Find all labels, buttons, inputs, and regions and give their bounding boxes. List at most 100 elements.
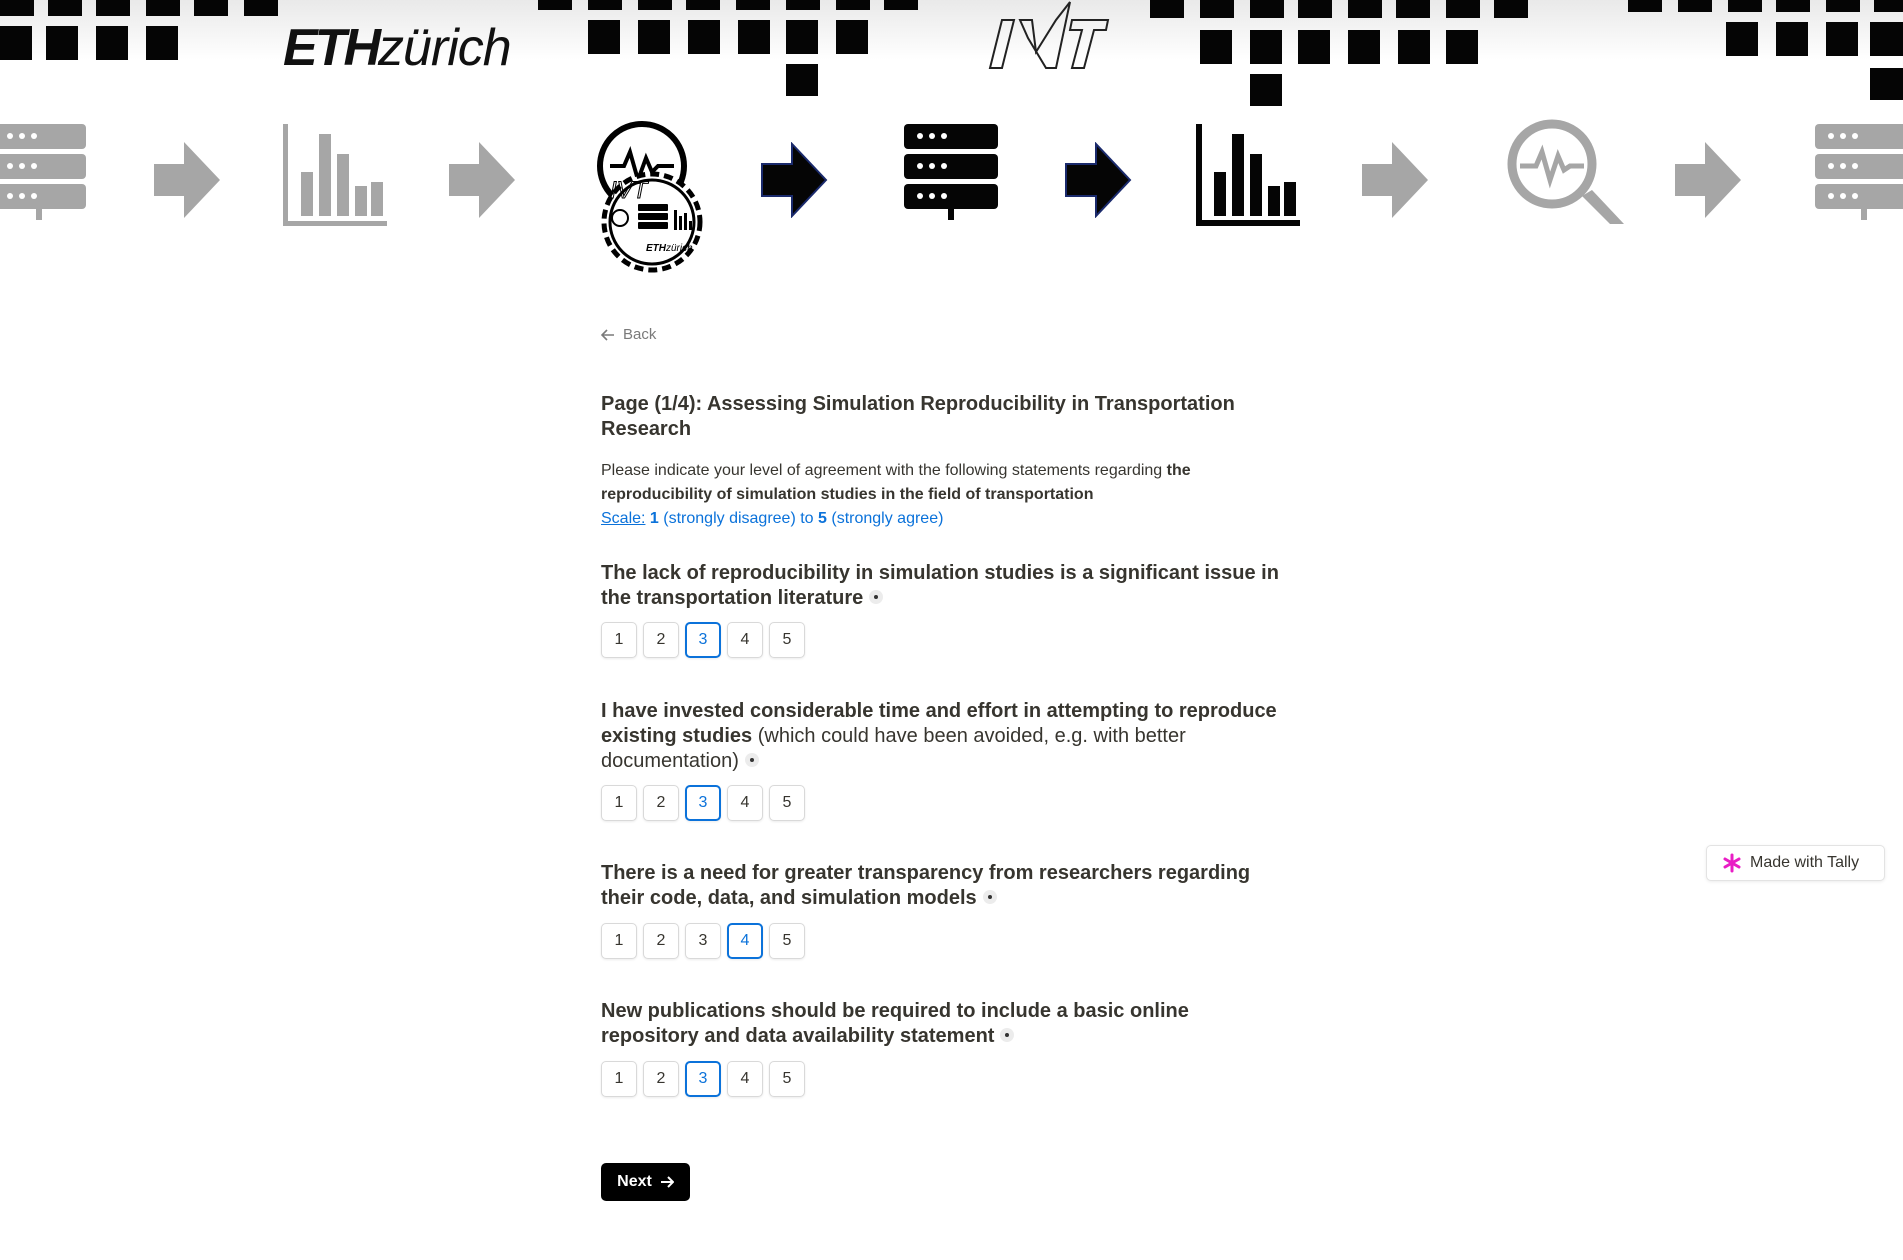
analysis-magnifier-icon: [1507, 119, 1624, 224]
rating-option[interactable]: 3: [685, 622, 721, 658]
banner-square: [836, 20, 868, 54]
required-indicator-icon: [869, 589, 884, 604]
question-2-label: I have invested considerable time and ef…: [601, 699, 1291, 774]
banner-square: [1494, 0, 1528, 18]
rating-option[interactable]: 2: [643, 923, 679, 959]
banner-square: [194, 0, 228, 16]
rating-option[interactable]: 3: [685, 923, 721, 959]
banner-square: [1348, 0, 1382, 18]
rating-option[interactable]: 4: [727, 785, 763, 821]
banner-square: [0, 0, 34, 16]
next-button-label: Next: [617, 1173, 652, 1190]
eth-zurich-logo: ETHzürich: [283, 19, 512, 77]
rating-option[interactable]: 5: [769, 622, 805, 658]
banner-square: [1874, 0, 1903, 12]
page-title: Page (1/4): Assessing Simulation Reprodu…: [601, 393, 1235, 440]
banner-square: [1250, 0, 1284, 18]
banner-square: [1826, 0, 1860, 12]
banner-square: [786, 0, 820, 10]
rating-option[interactable]: 2: [643, 622, 679, 658]
arrow-right-icon: [761, 142, 828, 218]
rating-option[interactable]: 4: [727, 622, 763, 658]
required-indicator-icon: [744, 752, 759, 767]
svg-text:zürich: zürich: [665, 243, 693, 254]
banner-square: [1200, 30, 1232, 64]
banner-square: [1826, 22, 1858, 56]
scale-legend: Scale: 1 (strongly disagree) to 5 (stron…: [601, 507, 943, 531]
rating-option[interactable]: 1: [601, 622, 637, 658]
rating-option[interactable]: 3: [685, 1061, 721, 1097]
arrow-right-icon: [1675, 142, 1741, 218]
banner-square: [1446, 30, 1478, 64]
banner-square: [1298, 0, 1332, 18]
tally-badge-label: Made with Tally: [1750, 854, 1860, 871]
arrow-right-icon: [660, 1176, 674, 1188]
banner-square: [588, 0, 622, 10]
banner-square: [836, 0, 870, 10]
rating-option[interactable]: 5: [769, 923, 805, 959]
banner-square: [1776, 22, 1808, 56]
banner-square: [786, 20, 818, 54]
banner-square: [1728, 0, 1762, 12]
banner-square: [1250, 30, 1282, 64]
question-4-label: New publications should be required to i…: [601, 999, 1291, 1049]
question-1-label: The lack of reproducibility in simulatio…: [601, 561, 1291, 611]
question-3-text: There is a need for greater transparency…: [601, 862, 1251, 909]
scale-label: Scale:: [601, 510, 646, 527]
next-button[interactable]: Next: [601, 1163, 690, 1201]
rating-option[interactable]: 5: [769, 785, 805, 821]
arrow-right-icon: [1362, 142, 1428, 218]
arrow-right-icon: [1065, 142, 1132, 218]
question-3-label: There is a need for greater transparency…: [601, 861, 1291, 911]
banner-square: [244, 0, 278, 16]
banner-square: [884, 0, 918, 10]
scale-max: 5: [818, 510, 827, 527]
rating-option[interactable]: 1: [601, 923, 637, 959]
scale-min-text: (strongly disagree) to: [658, 510, 819, 527]
banner-square: [638, 20, 670, 54]
intro-text-normal: Please indicate your level of agreement …: [601, 462, 1167, 479]
rating-option[interactable]: 2: [643, 785, 679, 821]
banner-square: [1150, 0, 1184, 18]
bar-chart-icon: [283, 124, 387, 226]
banner-square: [1726, 22, 1758, 56]
rating-option[interactable]: 3: [685, 785, 721, 821]
banner-square: [786, 64, 818, 96]
banner-square: [1678, 0, 1712, 12]
svg-text:ETH: ETH: [646, 243, 667, 254]
banner-square: [638, 0, 672, 10]
project-logo-icon: ETH zürich IVT: [597, 121, 703, 273]
rating-option[interactable]: 1: [601, 785, 637, 821]
banner-square: [96, 0, 130, 16]
banner-square: [1250, 74, 1282, 106]
banner-square: [1628, 0, 1662, 12]
banner-square: [688, 20, 720, 54]
rating-option[interactable]: 4: [727, 923, 763, 959]
banner-square: [588, 20, 620, 54]
banner-square: [738, 20, 770, 54]
made-with-tally-badge[interactable]: Made with Tally: [1706, 845, 1885, 881]
svg-text:IVT: IVT: [610, 177, 650, 204]
banner-square: [0, 26, 32, 60]
back-label: Back: [623, 326, 657, 343]
banner-square: [1870, 68, 1903, 100]
rating-option[interactable]: 2: [643, 1061, 679, 1097]
required-indicator-icon: [1000, 1027, 1015, 1042]
question-4-text: New publications should be required to i…: [601, 1000, 1189, 1047]
arrow-left-icon: [601, 328, 614, 341]
banner-square: [1348, 30, 1380, 64]
rating-option[interactable]: 1: [601, 1061, 637, 1097]
banner-square: [1298, 30, 1330, 64]
server-icon: [0, 124, 86, 220]
question-1-scale: 1 2 3 4 5: [601, 622, 805, 658]
server-icon: [1815, 124, 1903, 220]
required-indicator-icon: [982, 889, 997, 904]
rating-option[interactable]: 4: [727, 1061, 763, 1097]
rating-option[interactable]: 5: [769, 1061, 805, 1097]
question-2-scale: 1 2 3 4 5: [601, 785, 805, 821]
back-button[interactable]: Back: [601, 326, 656, 343]
tally-asterisk-icon: [1723, 853, 1741, 873]
question-3-scale: 1 2 3 4 5: [601, 923, 805, 959]
banner-square: [146, 0, 180, 16]
arrow-right-icon: [154, 142, 220, 218]
